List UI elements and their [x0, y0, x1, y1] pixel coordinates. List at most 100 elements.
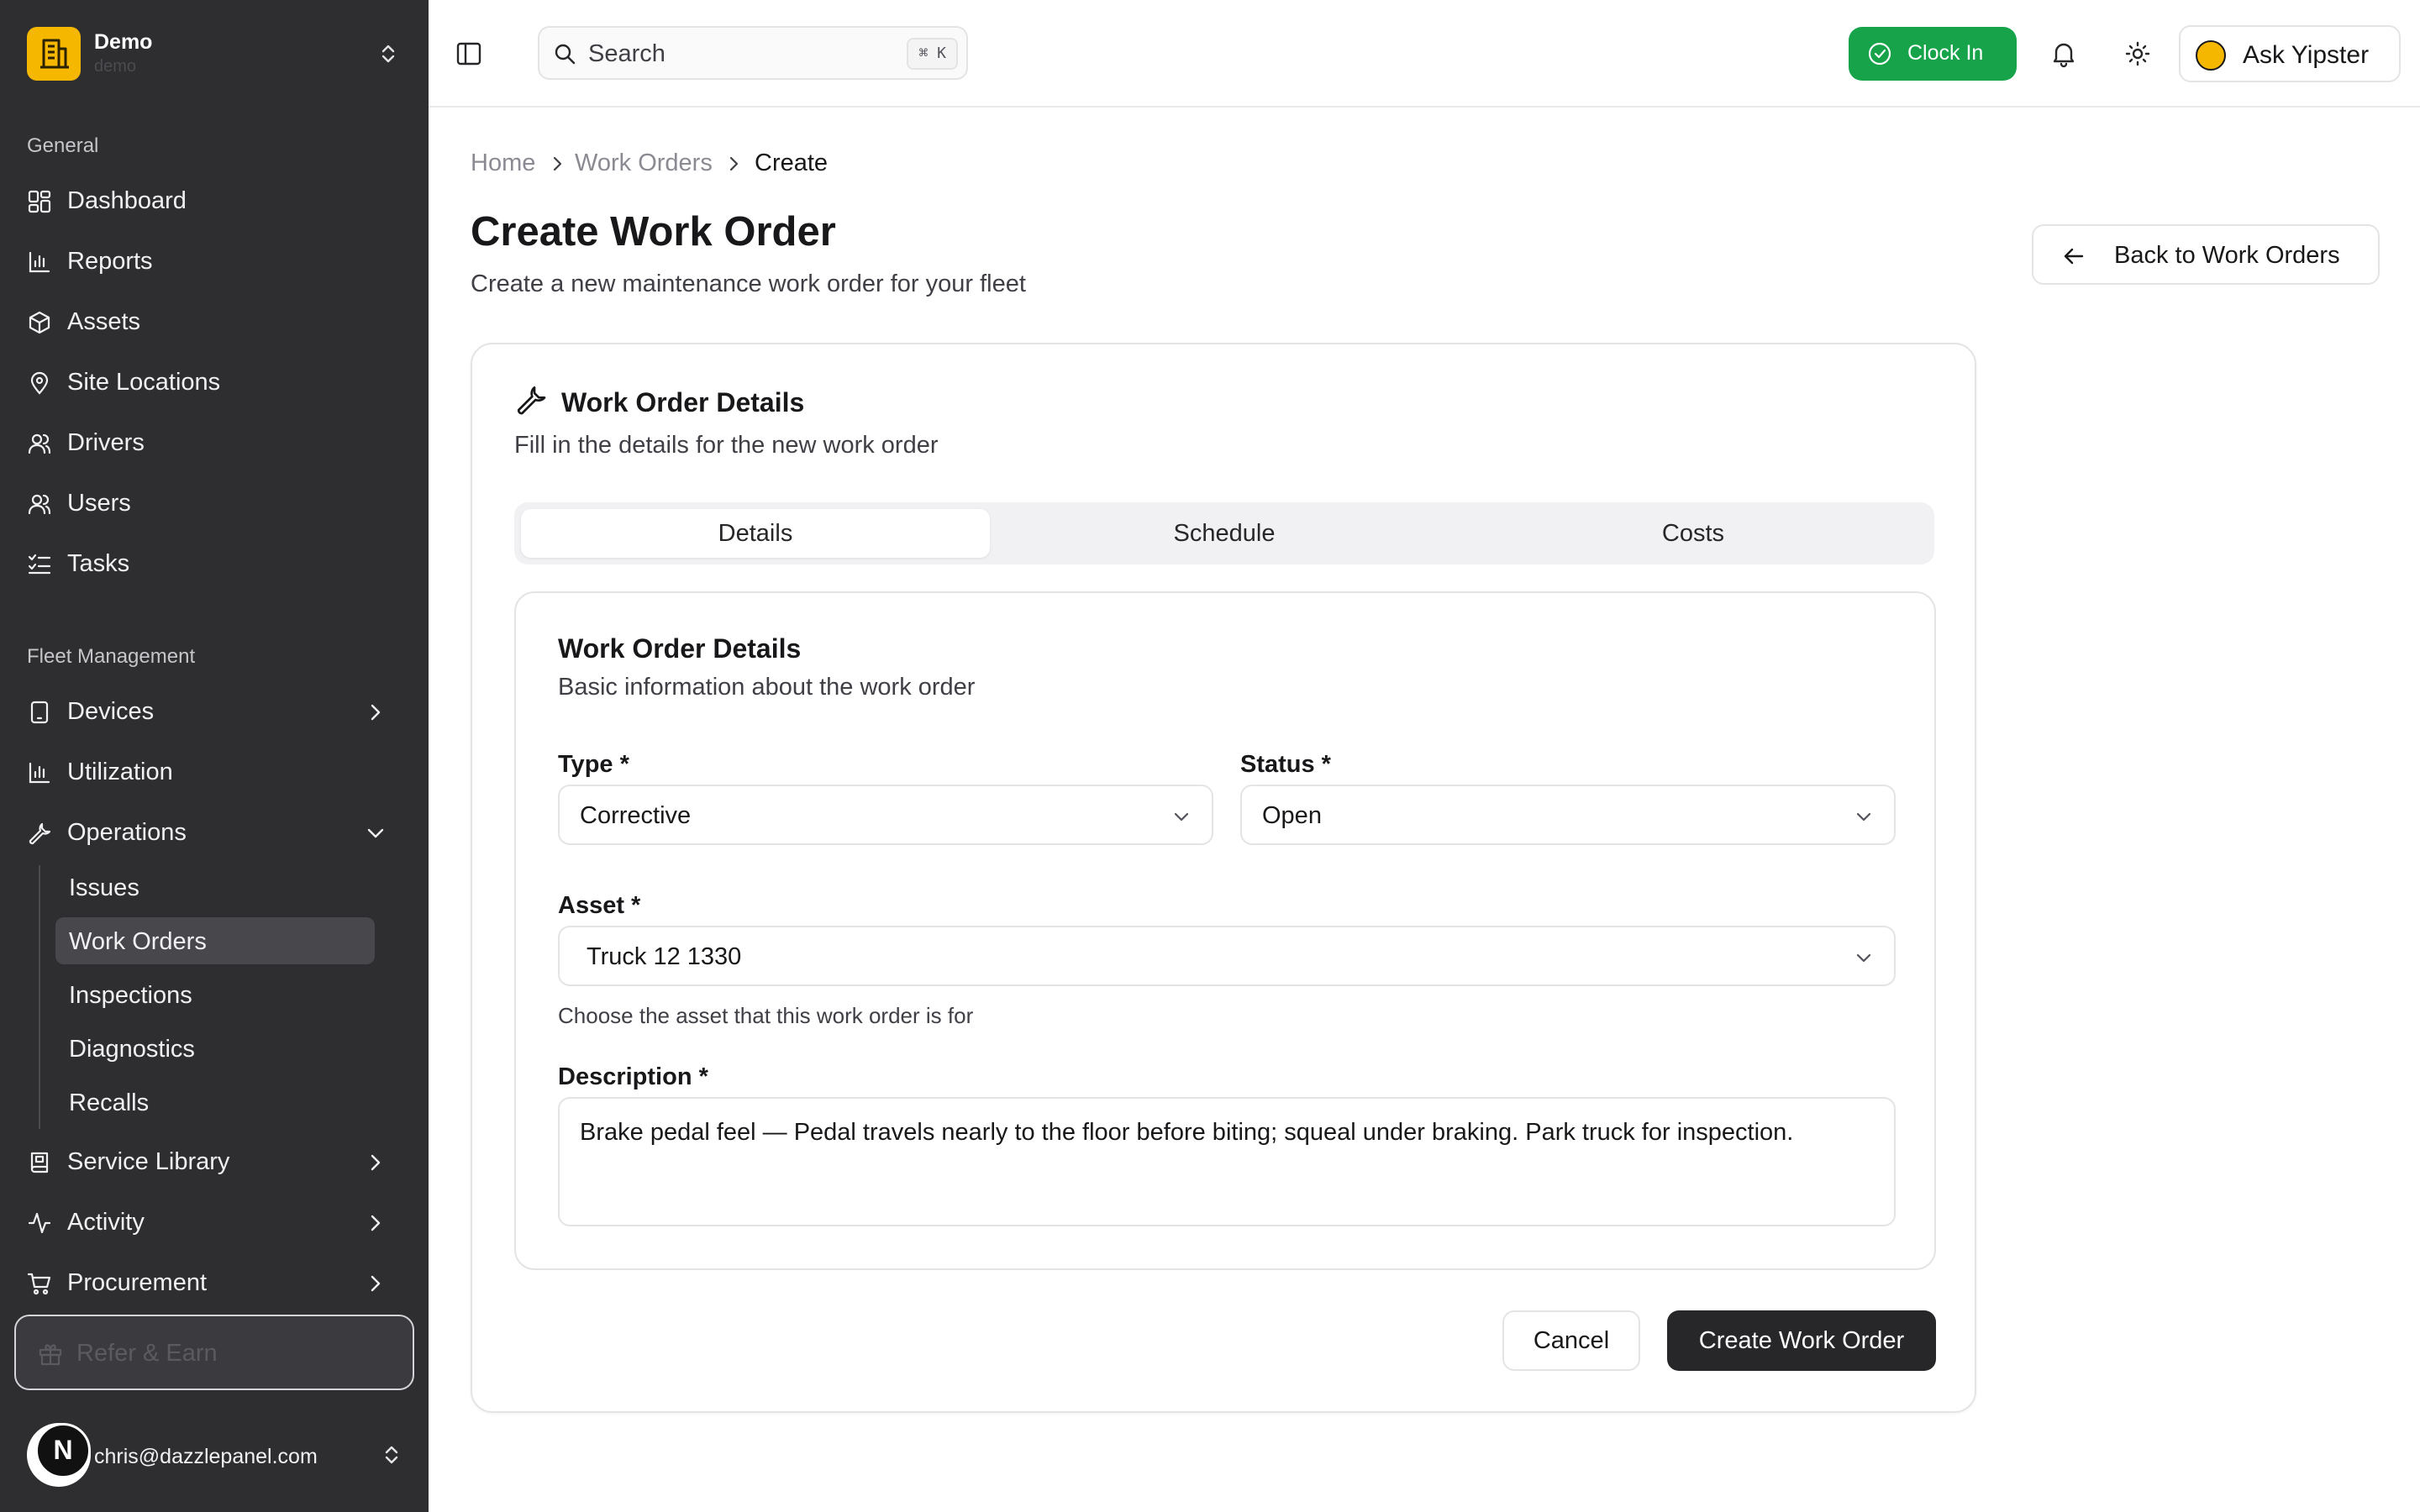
ask-yipster-label: Ask Yipster: [2243, 41, 2370, 69]
card-title: Work Order Details: [561, 387, 805, 417]
sidebar-item-label: Operations: [67, 819, 187, 846]
check-circle-icon: [1867, 41, 1892, 66]
sidebar-item-procurement[interactable]: Procurement: [15, 1258, 405, 1307]
users-icon: [27, 491, 52, 517]
sidebar-item-label: Reports: [67, 248, 153, 275]
sidebar-item-dashboard[interactable]: Dashboard: [15, 176, 405, 225]
tab-costs[interactable]: Costs: [1459, 509, 1928, 558]
sidebar-item-service-library[interactable]: Service Library: [15, 1137, 405, 1186]
sidebar-item-label: Procurement: [67, 1269, 208, 1296]
user-email: chris@dazzlepanel.com: [94, 1445, 318, 1468]
top-bar: Search ⌘ K Clock In Ask Yipster: [429, 0, 2420, 108]
refer-and-earn-button[interactable]: Refer & Earn: [14, 1315, 414, 1390]
user-menu[interactable]: N chris@dazzlepanel.com: [27, 1420, 405, 1490]
status-select[interactable]: Open: [1240, 785, 1896, 845]
form-title: Work Order Details: [558, 633, 802, 664]
description-label: Description *: [558, 1063, 708, 1090]
asset-label: Asset *: [558, 892, 641, 919]
sidebar-item-site-locations[interactable]: Site Locations: [15, 358, 405, 407]
chevron-down-icon: [1171, 806, 1192, 827]
details-panel: Work Order Details Basic information abo…: [514, 591, 1936, 1270]
clock-in-button[interactable]: Clock In: [1849, 27, 2017, 81]
refer-label: Refer & Earn: [76, 1340, 218, 1367]
activity-icon: [27, 1210, 52, 1236]
sidebar-subitem-recalls[interactable]: Recalls: [55, 1079, 375, 1126]
work-order-card: Work Order Details Fill in the details f…: [471, 343, 1976, 1413]
sidebar-item-label: Assets: [67, 308, 141, 335]
sidebar-subitem-label: Diagnostics: [69, 1036, 195, 1063]
tab-schedule[interactable]: Schedule: [990, 509, 1459, 558]
section-label-fleet-management: Fleet Management: [27, 645, 196, 668]
search-icon: [553, 42, 576, 66]
breadcrumb-home[interactable]: Home: [471, 150, 535, 177]
sidebar-toggle-icon[interactable]: [454, 39, 484, 69]
sidebar-item-label: Drivers: [67, 429, 145, 456]
team-subtitle: demo: [94, 57, 137, 76]
chevron-down-icon: [1854, 948, 1874, 968]
search-placeholder: Search: [588, 40, 666, 67]
arrow-left-icon: [2062, 244, 2086, 268]
search-shortcut: ⌘ K: [907, 38, 958, 70]
asset-value: Truck 12 1330: [587, 943, 742, 970]
sidebar-subitem-work-orders[interactable]: Work Orders: [55, 917, 375, 964]
description-textarea[interactable]: Brake pedal feel — Pedal travels nearly …: [558, 1097, 1896, 1226]
map-pin-icon: [27, 370, 52, 396]
wrench-icon: [27, 821, 52, 846]
avatar: N: [27, 1423, 91, 1487]
book-icon: [27, 1150, 52, 1175]
chevron-right-icon: [548, 155, 566, 173]
team-switcher[interactable]: Demo demo: [27, 27, 402, 81]
bar-chart-icon: [27, 760, 52, 785]
yipster-logo-icon: [2196, 40, 2226, 71]
clock-in-label: Clock In: [1907, 41, 1984, 65]
breadcrumb-create: Create: [755, 150, 829, 176]
sidebar-item-utilization[interactable]: Utilization: [15, 748, 405, 796]
breadcrumb-work-orders[interactable]: Work Orders: [575, 150, 713, 177]
sidebar-item-label: Service Library: [67, 1148, 230, 1175]
chevron-right-icon: [365, 1152, 387, 1173]
form-subtitle: Basic information about the work order: [558, 674, 976, 701]
tablet-icon: [27, 700, 52, 725]
sidebar-item-label: Devices: [67, 698, 155, 725]
sidebar-item-users[interactable]: Users: [15, 479, 405, 528]
status-label: Status *: [1240, 751, 1331, 778]
description-value: Brake pedal feel — Pedal travels nearly …: [580, 1119, 1794, 1146]
sidebar-item-operations[interactable]: Operations: [15, 808, 405, 857]
type-select[interactable]: Corrective: [558, 785, 1213, 845]
gift-icon: [38, 1341, 63, 1367]
search-input[interactable]: Search ⌘ K: [538, 26, 968, 80]
sidebar-item-label: Dashboard: [67, 187, 187, 214]
sidebar-item-devices[interactable]: Devices: [15, 687, 405, 736]
sidebar-subitem-inspections[interactable]: Inspections: [55, 971, 375, 1018]
sidebar-item-reports[interactable]: Reports: [15, 237, 405, 286]
submenu-rail: [39, 865, 40, 1129]
sidebar-item-assets[interactable]: Assets: [15, 297, 405, 346]
cart-icon: [27, 1271, 52, 1296]
sidebar-subitem-issues[interactable]: Issues: [55, 864, 375, 911]
chevron-right-icon: [365, 701, 387, 723]
create-work-order-button[interactable]: Create Work Order: [1667, 1310, 1936, 1371]
cancel-button[interactable]: Cancel: [1502, 1310, 1640, 1371]
sidebar-item-activity[interactable]: Activity: [15, 1198, 405, 1247]
status-value: Open: [1262, 802, 1322, 829]
bell-icon[interactable]: [2049, 39, 2079, 69]
chevrons-up-down-icon: [378, 1441, 405, 1468]
building-icon: [27, 27, 81, 81]
bar-chart-icon: [27, 249, 52, 275]
type-label: Type *: [558, 751, 629, 778]
sidebar-item-drivers[interactable]: Drivers: [15, 418, 405, 467]
sidebar-item-label: Tasks: [67, 550, 130, 577]
ask-yipster-button[interactable]: Ask Yipster: [2179, 25, 2401, 82]
chevron-down-icon: [1854, 806, 1874, 827]
tab-details[interactable]: Details: [521, 509, 990, 558]
asset-select[interactable]: Truck 12 1330: [558, 926, 1896, 986]
sidebar-subitem-diagnostics[interactable]: Diagnostics: [55, 1025, 375, 1072]
sidebar-item-tasks[interactable]: Tasks: [15, 539, 405, 588]
chevron-right-icon: [365, 1212, 387, 1234]
dashboard-icon: [27, 189, 52, 214]
chevrons-up-down-icon: [375, 40, 402, 67]
back-to-work-orders-button[interactable]: Back to Work Orders: [2032, 224, 2380, 285]
sidebar-item-label: Users: [67, 490, 131, 517]
back-label: Back to Work Orders: [2114, 242, 2340, 269]
sun-icon[interactable]: [2123, 39, 2153, 69]
